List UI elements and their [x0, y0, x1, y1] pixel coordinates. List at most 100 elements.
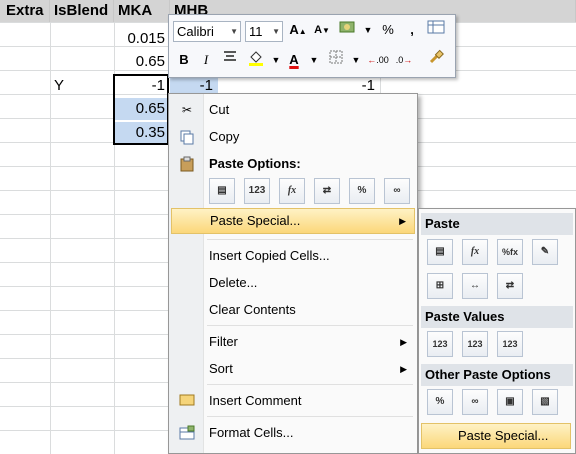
- chevron-right-icon: ▶: [399, 216, 406, 226]
- cell-mka-1[interactable]: 0.015: [114, 28, 170, 50]
- sub-menu-item-paste-special[interactable]: Paste Special...: [421, 423, 571, 449]
- paste-special-label: Paste Special...: [210, 213, 301, 228]
- menu-item-copy[interactable]: Copy: [171, 125, 415, 149]
- paste-values-section-header: Paste Values: [421, 306, 573, 328]
- menu-item-filter[interactable]: Filter ▶: [171, 330, 415, 354]
- cell-isblend-3[interactable]: Y: [50, 75, 114, 97]
- sub-values-source-format-button[interactable]: 123: [497, 331, 523, 357]
- sub-values-number-format-button[interactable]: 123: [462, 331, 488, 357]
- chevron-down-icon[interactable]: ▼: [357, 19, 379, 41]
- no-borders-icon: ⊞: [435, 280, 445, 291]
- borders-button[interactable]: [325, 49, 347, 71]
- shrink-font-button[interactable]: A▼: [311, 19, 333, 41]
- sub-paste-no-borders-button[interactable]: ⊞: [427, 273, 453, 299]
- grow-font-button[interactable]: A▲: [287, 19, 309, 41]
- font-name-value: Calibri: [177, 24, 214, 39]
- increase-decimal-button[interactable]: ←.00: [367, 49, 389, 71]
- accounting-format-button[interactable]: [337, 19, 359, 41]
- sub-paste-formulas-button[interactable]: fx: [462, 239, 488, 265]
- font-name-combo[interactable]: Calibri ▼: [173, 21, 241, 42]
- paste-special-submenu: Paste ▤ fx %fx ✎ ⊞ ↔ ⇄ Paste Values 123 …: [418, 208, 576, 454]
- increase-decimal-icon: .00: [376, 55, 389, 65]
- chevron-down-icon: ▼: [230, 27, 238, 36]
- percent-button[interactable]: %: [377, 19, 399, 41]
- separator: [207, 416, 413, 417]
- filter-label: Filter: [209, 334, 238, 349]
- fill-color-button[interactable]: [245, 49, 267, 71]
- chevron-down-icon: ▼: [272, 27, 280, 36]
- cell-mka-2[interactable]: 0.65: [114, 51, 170, 73]
- insert-comment-label: Insert Comment: [209, 393, 302, 408]
- sort-label: Sort: [209, 361, 233, 376]
- arrow-icon: ←: [367, 55, 377, 65]
- delete-label: Delete...: [209, 275, 258, 290]
- accounting-icon: [339, 21, 355, 33]
- menu-item-copy-label: Copy: [209, 129, 240, 144]
- paste-formulas-button[interactable]: fx: [279, 178, 305, 204]
- paste-button[interactable]: ▤: [209, 178, 235, 204]
- sub-formatting-button[interactable]: %: [427, 389, 453, 415]
- font-size-combo[interactable]: 11 ▼: [245, 21, 283, 42]
- mini-toolbar: Calibri ▼ 11 ▼ A▲ A▼ ▼ % , B I ▼ A ▼ ▼ ←…: [168, 14, 456, 78]
- chevron-down-icon[interactable]: ▼: [303, 49, 325, 71]
- sub-picture-button[interactable]: ▣: [497, 389, 523, 415]
- formatting-icon: %: [435, 396, 445, 407]
- sub-paste-special-label: Paste Special...: [458, 428, 549, 443]
- format-painter-grid-button[interactable]: [425, 19, 447, 41]
- bold-button[interactable]: B: [173, 49, 195, 71]
- context-menu: ✂ Cut Copy Paste Options: ▤ 123 fx ⇄ % ∞…: [168, 93, 418, 454]
- menu-item-format-cells[interactable]: Format Cells...: [171, 421, 415, 445]
- paste-formatting-button[interactable]: %: [349, 178, 375, 204]
- down-arrow-icon: ▼: [322, 26, 330, 35]
- chevron-right-icon: ▶: [400, 364, 407, 374]
- sub-values-button[interactable]: 123: [427, 331, 453, 357]
- arrow-icon: →: [403, 55, 413, 65]
- format-cells-icon: [179, 425, 195, 441]
- font-color-button[interactable]: A: [283, 49, 305, 71]
- decrease-decimal-button[interactable]: .0→: [393, 49, 415, 71]
- italic-button[interactable]: I: [195, 49, 217, 71]
- paste-section-header: Paste: [421, 213, 573, 235]
- values-source-icon: 123: [502, 339, 518, 349]
- col-header-mka[interactable]: MKA: [114, 0, 170, 22]
- menu-item-sort[interactable]: Sort ▶: [171, 357, 415, 381]
- copy-icon: [179, 129, 195, 145]
- separator: [207, 384, 413, 385]
- col-header-extra[interactable]: Extra: [0, 0, 50, 22]
- sub-paste-formulas-number-button[interactable]: %fx: [497, 239, 523, 265]
- chevron-down-icon[interactable]: ▼: [345, 49, 367, 71]
- sub-paste-transpose-button[interactable]: ⇄: [497, 273, 523, 299]
- paste-transpose-button[interactable]: ⇄: [314, 178, 340, 204]
- separator: [207, 325, 413, 326]
- menu-item-insert-comment[interactable]: Insert Comment: [171, 389, 415, 413]
- center-align-button[interactable]: [219, 49, 241, 71]
- shrink-font-icon: A: [314, 24, 323, 36]
- sub-paste-link-button[interactable]: ∞: [462, 389, 488, 415]
- comment-icon: [179, 393, 195, 409]
- clear-contents-label: Clear Contents: [209, 302, 296, 317]
- sub-paste-column-widths-button[interactable]: ↔: [462, 273, 488, 299]
- formatting-icon: %: [357, 185, 367, 196]
- menu-item-delete[interactable]: Delete...: [171, 271, 415, 295]
- sub-paste-keep-source-button[interactable]: ✎: [532, 239, 558, 265]
- menu-item-clear-contents[interactable]: Clear Contents: [171, 298, 415, 322]
- other-paste-options-header: Other Paste Options: [421, 364, 573, 386]
- menu-item-paste-special[interactable]: Paste Special... ▶: [171, 208, 415, 234]
- sub-linked-picture-button[interactable]: ▧: [532, 389, 558, 415]
- paste-link-button[interactable]: ∞: [384, 178, 410, 204]
- col-header-isblend[interactable]: IsBlend: [50, 0, 114, 22]
- align-center-icon: [224, 51, 236, 61]
- linked-picture-icon: ▧: [540, 396, 550, 407]
- comma-style-button[interactable]: ,: [401, 19, 423, 41]
- menu-item-cut-label: Cut: [209, 102, 230, 117]
- column-width-icon: ↔: [470, 280, 480, 291]
- menu-item-insert-copied-cells[interactable]: Insert Copied Cells...: [171, 244, 415, 268]
- scissors-icon: ✂: [181, 103, 193, 117]
- transpose-icon: ⇄: [322, 185, 332, 196]
- values-icon: 123: [432, 339, 448, 349]
- menu-item-cut[interactable]: ✂ Cut: [171, 98, 415, 122]
- sub-paste-button[interactable]: ▤: [427, 239, 453, 265]
- format-painter-button[interactable]: [425, 49, 447, 71]
- paste-values-button[interactable]: 123: [244, 178, 270, 204]
- link-icon: ∞: [471, 396, 479, 407]
